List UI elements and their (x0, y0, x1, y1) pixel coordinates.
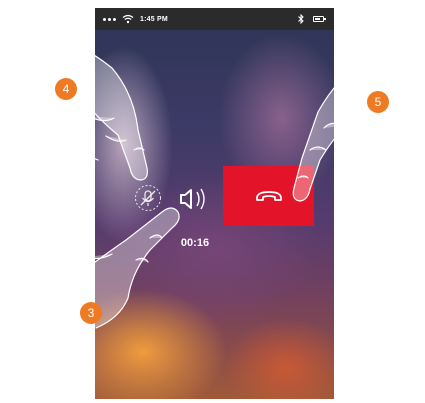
hand-illustrations (9, 29, 423, 347)
step-callout: 5 (367, 91, 389, 113)
pointing-hand-top-left (9, 29, 148, 181)
step-callout: 3 (80, 302, 102, 324)
pointing-hand-bottom-left (43, 207, 180, 347)
step-callout: 4 (55, 78, 77, 100)
pointing-hand-top-right (292, 57, 423, 202)
instruction-illustration: 1:45 PM 00:16 4 5 3 (0, 0, 425, 403)
